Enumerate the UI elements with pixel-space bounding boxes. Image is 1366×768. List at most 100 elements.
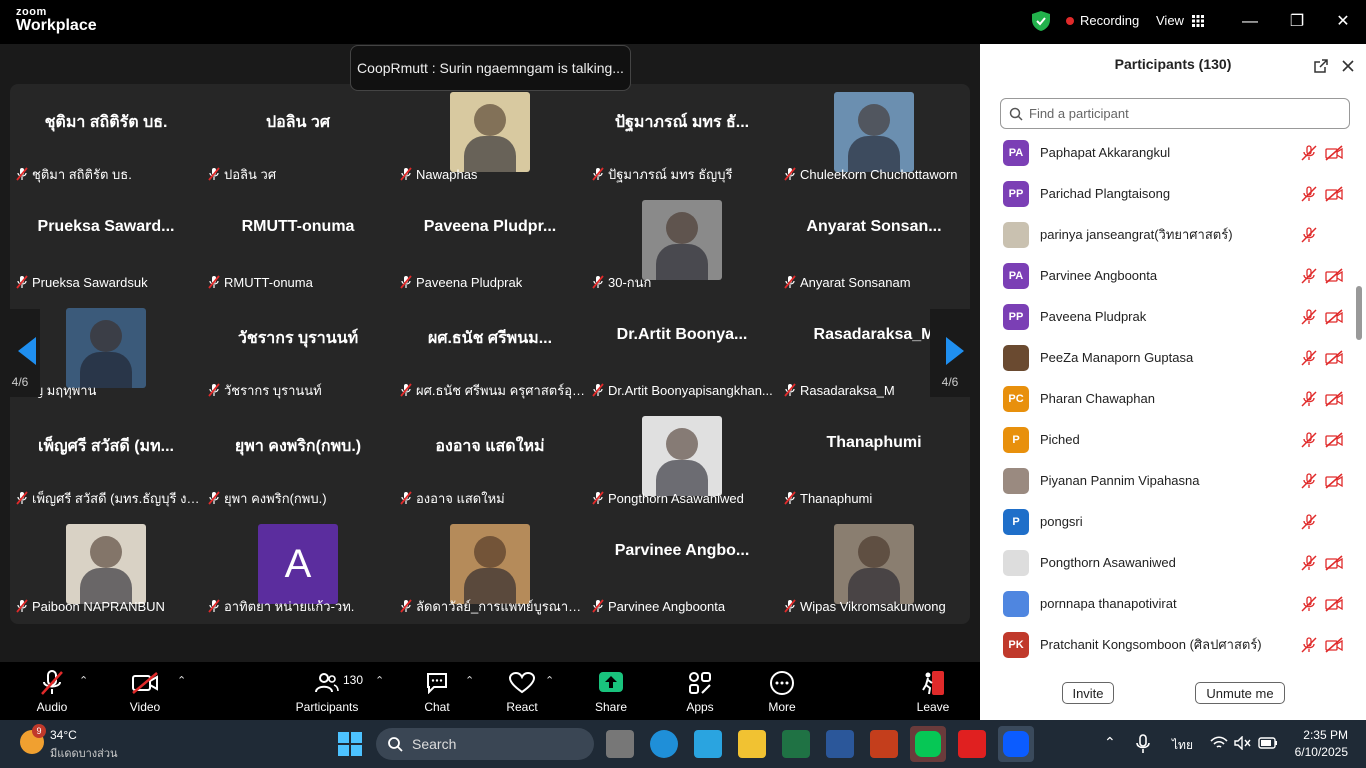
start-button[interactable] — [338, 732, 362, 756]
participant-row[interactable]: PC Pharan Chawaphan — [980, 378, 1352, 419]
mic-muted-icon[interactable] — [1300, 432, 1318, 448]
participant-tile[interactable]: Anyarat Sonsan... Anyarat Sonsanam — [778, 192, 970, 300]
mic-muted-icon[interactable] — [1300, 473, 1318, 489]
file-explorer-icon[interactable] — [738, 730, 766, 758]
next-page-button[interactable]: 4/6 — [930, 309, 970, 397]
participant-row[interactable]: P Piched — [980, 419, 1352, 460]
participant-tile[interactable]: Nawaphas — [394, 84, 586, 192]
zoom-taskbar-icon[interactable] — [998, 726, 1034, 762]
participant-row[interactable]: PP Paveena Pludprak — [980, 296, 1352, 337]
participant-list-scrollbar[interactable] — [1356, 286, 1362, 340]
excel-icon[interactable] — [782, 730, 810, 758]
participant-tile[interactable]: ผศ.ธนัช ศรีพนม... ผศ.ธนัช ศรีพนม ครุศาสตร… — [394, 300, 586, 408]
participant-search-input[interactable]: Find a participant — [1000, 98, 1350, 129]
edge-icon[interactable] — [650, 730, 678, 758]
participant-row[interactable]: Ppongsri — [980, 501, 1352, 542]
apps-button[interactable]: Apps — [681, 668, 719, 718]
participant-row[interactable]: PA Paphapat Akkarangkul — [980, 132, 1352, 173]
participant-row[interactable]: Piyanan Pannim Vipahasna — [980, 460, 1352, 501]
mic-muted-icon — [208, 275, 220, 289]
participant-tile[interactable]: Paveena Pludpr... Paveena Pludprak — [394, 192, 586, 300]
participant-tile[interactable]: A อาทิตยา หน่ายแก้ว-วท. — [202, 516, 394, 624]
view-button[interactable]: View — [1156, 13, 1204, 28]
react-options-caret[interactable]: ⌃ — [545, 674, 554, 687]
participant-tile[interactable]: องอาจ แสดใหม่ องอาจ แสดใหม่ — [394, 408, 586, 516]
participant-row[interactable]: pornnapa thanapotivirat — [980, 583, 1352, 624]
share-button[interactable]: Share — [592, 668, 630, 718]
participant-tile[interactable]: ปอลิน วศ ปอลิน วศ — [202, 84, 394, 192]
participant-row[interactable]: PeeZa Manaporn Guptasa — [980, 337, 1352, 378]
tile-name-text: ยุพา คงพริก(กพบ.) — [224, 490, 327, 506]
participant-row[interactable]: PP Parichad Plangtaisong — [980, 173, 1352, 214]
powerpoint-icon[interactable] — [870, 730, 898, 758]
participant-tile[interactable]: Wipas Vikromsakunwong — [778, 516, 970, 624]
participant-tile[interactable]: วัชรากร บุรานนท์ วัชรากร บุรานนท์ — [202, 300, 394, 408]
notepad-icon[interactable] — [694, 730, 722, 758]
line-app-icon[interactable] — [910, 726, 946, 762]
mic-muted-icon[interactable] — [1300, 350, 1318, 366]
participant-tile[interactable]: RMUTT-onuma RMUTT-onuma — [202, 192, 394, 300]
participant-tile[interactable]: ยุพา คงพริก(กพบ.) ยุพา คงพริก(กพบ.) — [202, 408, 394, 516]
page-indicator-right: 4/6 — [941, 375, 959, 389]
taskbar-search[interactable]: Search — [376, 728, 594, 760]
chat-button[interactable]: Chat — [418, 668, 456, 718]
word-icon[interactable] — [826, 730, 854, 758]
unmute-me-button[interactable]: Unmute me — [1195, 682, 1285, 704]
minimize-button[interactable]: — — [1238, 10, 1262, 34]
react-button[interactable]: React — [503, 668, 541, 718]
participant-row[interactable]: PA Parvinee Angboonta — [980, 255, 1352, 296]
maximize-button[interactable]: ❐ — [1285, 10, 1309, 34]
youtube-icon[interactable] — [958, 730, 986, 758]
participant-tile[interactable]: 30-กนก — [586, 192, 778, 300]
video-button[interactable]: Video — [122, 668, 168, 718]
participant-tile[interactable]: Paiboon NAPRANBUN — [10, 516, 202, 624]
tray-mic-icon[interactable] — [1136, 734, 1150, 754]
audio-options-caret[interactable]: ⌃ — [79, 674, 88, 687]
participants-options-caret[interactable]: ⌃ — [375, 674, 384, 687]
mic-muted-icon[interactable] — [1300, 186, 1318, 202]
mic-muted-icon[interactable] — [1300, 145, 1318, 161]
tile-display-name: Prueksa Saward... — [37, 218, 175, 235]
language-indicator[interactable]: ไทย — [1172, 736, 1193, 755]
clock[interactable]: 2:35 PM 6/10/2025 — [1288, 728, 1348, 759]
mic-muted-icon[interactable] — [1300, 514, 1318, 530]
participant-tile[interactable]: ชุติมา สถิติรัต บธ. ชุติมา สถิติรัต บธ. — [10, 84, 202, 192]
audio-button[interactable]: Audio — [30, 668, 74, 718]
mic-muted-icon[interactable] — [1300, 227, 1318, 243]
close-button[interactable]: ✕ — [1331, 10, 1355, 34]
security-shield-icon[interactable] — [1032, 11, 1050, 31]
participant-tile[interactable]: Pongthorn Asawaniwed — [586, 408, 778, 516]
task-view-icon[interactable] — [606, 730, 634, 758]
participant-tile[interactable]: Dr.Artit Boonya... Dr.Artit Boonyapisangk… — [586, 300, 778, 408]
close-panel-icon[interactable] — [1342, 60, 1354, 72]
participant-tile[interactable]: Chuleekorn Chuchottaworn — [778, 84, 970, 192]
tray-overflow-icon[interactable]: ⌃ — [1104, 734, 1116, 751]
participant-tile[interactable]: Parvinee Angbo... Parvinee Angboonta — [586, 516, 778, 624]
chat-options-caret[interactable]: ⌃ — [465, 674, 474, 687]
participant-row[interactable]: parinya janseangrat(วิทยาศาสตร์) — [980, 214, 1352, 255]
leave-button[interactable]: Leave — [912, 668, 954, 718]
mic-muted-icon[interactable] — [1300, 268, 1318, 284]
invite-button[interactable]: Invite — [1062, 682, 1114, 704]
mic-muted-icon[interactable] — [1300, 637, 1318, 653]
more-button[interactable]: More — [763, 668, 801, 718]
participant-tile[interactable]: เพ็ญศรี สวัสดี (มท... เพ็ญศรี สวัสดี (มทร… — [10, 408, 202, 516]
speaker-muted-icon[interactable] — [1234, 736, 1252, 750]
participant-tile[interactable]: ลัดดาวัลย์_การแพทย์บูรณาการ ... — [394, 516, 586, 624]
mic-muted-icon[interactable] — [1300, 309, 1318, 325]
participant-tile[interactable]: Prueksa Saward... Prueksa Sawardsuk — [10, 192, 202, 300]
apps-icon — [689, 672, 711, 694]
participant-tile[interactable]: ปัฐมาภรณ์ มทร ธั... ปัฐมาภรณ์ มทร ธัญบุรี — [586, 84, 778, 192]
video-options-caret[interactable]: ⌃ — [177, 674, 186, 687]
battery-icon[interactable] — [1258, 736, 1278, 750]
prev-page-button[interactable]: 4/6 — [0, 309, 40, 397]
recording-indicator[interactable]: Recording — [1066, 13, 1139, 28]
wifi-icon[interactable] — [1210, 736, 1228, 750]
participant-row[interactable]: Pongthorn Asawaniwed — [980, 542, 1352, 583]
participant-tile[interactable]: Thanaphumi Thanaphumi — [778, 408, 970, 516]
mic-muted-icon[interactable] — [1300, 391, 1318, 407]
mic-muted-icon[interactable] — [1300, 596, 1318, 612]
mic-muted-icon[interactable] — [1300, 555, 1318, 571]
pop-out-icon[interactable] — [1314, 59, 1328, 73]
participant-row[interactable]: PK Pratchanit Kongsomboon (ศิลปศาสตร์) — [980, 624, 1352, 665]
